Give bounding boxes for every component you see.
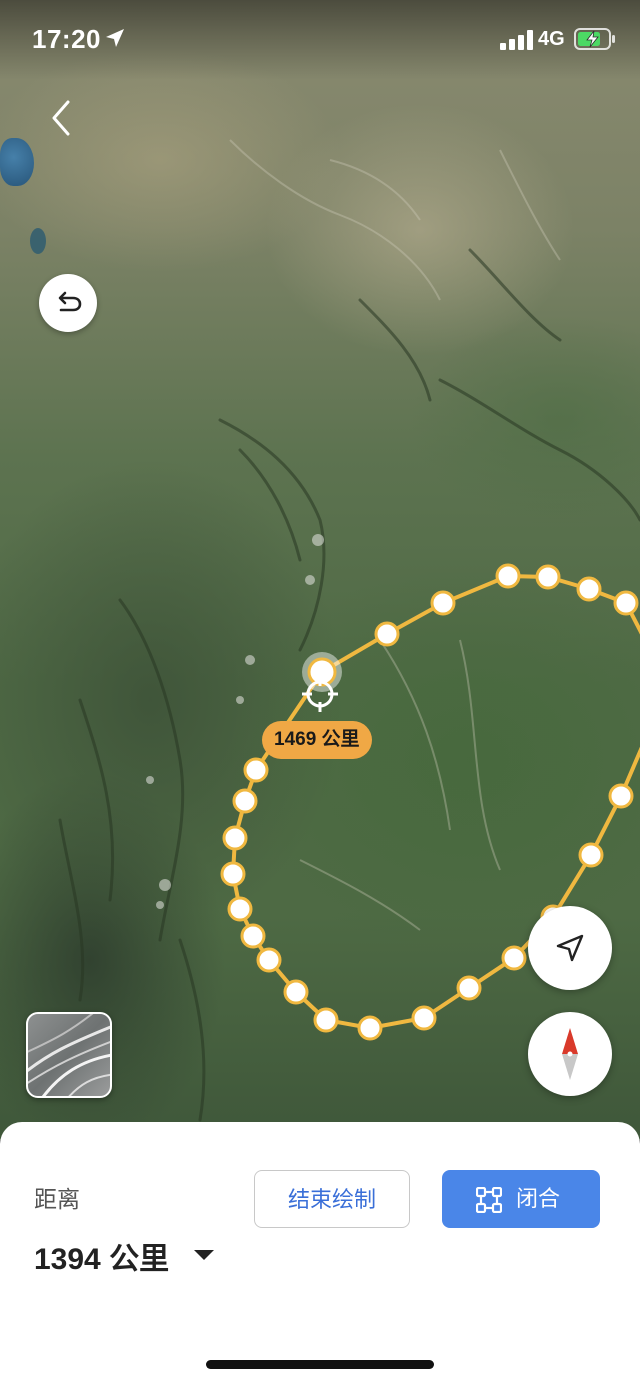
map-layer-icon — [28, 1014, 110, 1096]
measurement-point[interactable] — [495, 563, 521, 589]
close-shape-button[interactable]: 闭合 — [442, 1170, 600, 1228]
measurement-point[interactable] — [313, 1007, 339, 1033]
status-time: 17:20 — [32, 24, 101, 54]
measurement-point[interactable] — [576, 576, 602, 602]
measurement-point[interactable] — [374, 621, 400, 647]
locate-button[interactable] — [528, 906, 612, 990]
measurement-point[interactable] — [256, 947, 282, 973]
close-shape-icon — [476, 1187, 502, 1213]
battery-charging-icon — [574, 28, 615, 50]
signal-bars-icon — [500, 30, 533, 50]
measurement-point[interactable] — [411, 1005, 437, 1031]
measurement-point[interactable] — [456, 975, 482, 1001]
distance-label: 距离 — [34, 1186, 80, 1212]
status-bar: 17:20 4G — [0, 0, 640, 80]
map-layer-button[interactable] — [26, 1012, 112, 1098]
compass-button[interactable] — [528, 1012, 612, 1096]
measurement-point[interactable] — [220, 861, 246, 887]
measurement-point[interactable] — [240, 923, 266, 949]
measurement-point[interactable] — [243, 757, 269, 783]
undo-button[interactable] — [39, 274, 97, 332]
screen: 1469 公里 17:20 4G 距离 1394 公里 结束绘制 闭合 — [0, 0, 640, 1385]
measurement-point[interactable] — [501, 945, 527, 971]
undo-icon — [58, 291, 82, 312]
distance-value: 1394 公里 — [34, 1243, 170, 1276]
home-indicator — [206, 1360, 434, 1369]
segment-distance-label: 1469 公里 — [262, 721, 372, 759]
measurement-point[interactable] — [430, 590, 456, 616]
measurement-point[interactable] — [535, 564, 561, 590]
measurement-point[interactable] — [608, 783, 634, 809]
back-button[interactable] — [40, 96, 84, 140]
measurement-panel: 距离 1394 公里 结束绘制 闭合 — [0, 1122, 640, 1385]
measurement-point[interactable] — [232, 788, 258, 814]
measurement-point[interactable] — [283, 979, 309, 1005]
measurement-point[interactable] — [613, 590, 639, 616]
measurement-point[interactable] — [357, 1015, 383, 1041]
close-shape-label: 闭合 — [516, 1186, 561, 1211]
network-type: 4G — [538, 28, 565, 50]
unit-dropdown-icon[interactable] — [192, 1248, 216, 1262]
back-chevron-icon — [52, 100, 70, 136]
end-drawing-button[interactable]: 结束绘制 — [254, 1170, 410, 1228]
compass-icon — [562, 1028, 578, 1080]
location-arrow-icon — [106, 29, 124, 47]
locate-arrow-icon — [556, 934, 584, 962]
measurement-point[interactable] — [578, 842, 604, 868]
measurement-point[interactable] — [222, 825, 248, 851]
measurement-point[interactable] — [227, 896, 253, 922]
